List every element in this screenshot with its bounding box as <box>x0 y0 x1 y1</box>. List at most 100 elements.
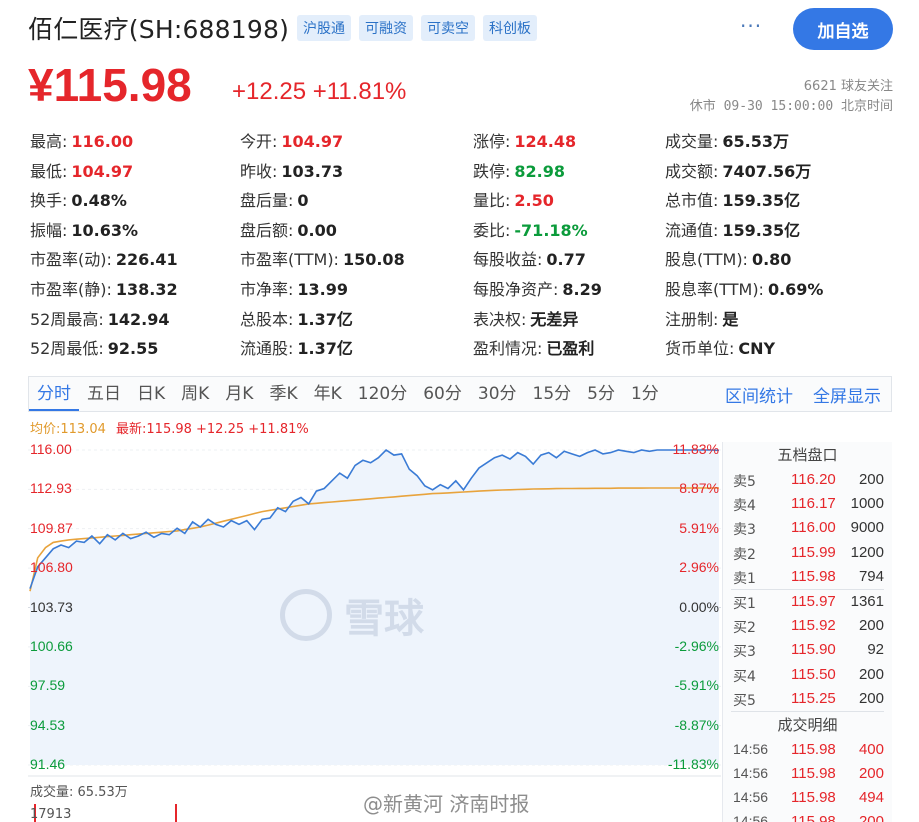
tag-hk-connect[interactable]: 沪股通 <box>297 15 352 41</box>
stat-value: 116.00 <box>71 132 134 151</box>
tag-margin[interactable]: 可融资 <box>359 15 414 41</box>
tab-intraday[interactable]: 分时 <box>29 377 79 411</box>
book-volume: 200 <box>858 617 884 635</box>
stat-item: 振幅: 10.63% <box>30 217 138 241</box>
book-price: 115.90 <box>791 641 836 659</box>
stat-label: 涨停: <box>473 132 511 151</box>
stat-item: 总市值: 159.35亿 <box>665 187 800 211</box>
stat-item: 每股净资产: 8.29 <box>473 276 602 300</box>
stat-label: 市盈率(动): <box>30 250 112 270</box>
tag-short-sell[interactable]: 可卖空 <box>421 15 476 41</box>
book-label: 卖4 <box>733 498 756 515</box>
stat-value: 82.98 <box>514 161 566 181</box>
volume-label: 成交量: 65.53万 <box>30 785 128 800</box>
tab-60min[interactable]: 60分 <box>415 377 470 411</box>
xueqiu-logo-icon <box>280 589 332 641</box>
more-options-icon[interactable]: ··· <box>740 14 762 38</box>
stat-label: 流通值: <box>665 220 719 240</box>
stat-value: 无差异 <box>530 309 579 329</box>
stat-label: 总股本: <box>240 309 294 329</box>
stat-item: 股息(TTM): 0.80 <box>665 246 791 270</box>
avg-price-label: 均价:113.04 <box>30 422 106 437</box>
book-volume: 200 <box>858 765 884 783</box>
stat-value: 104.97 <box>71 161 134 181</box>
stat-label: 市盈率(TTM): <box>240 250 339 270</box>
intraday-chart[interactable]: 雪球 成交量: 65.53万 17913 @新黄河 济南时报 116.00 112… <box>28 438 721 822</box>
stat-item: 市盈率(动): 226.41 <box>30 246 178 270</box>
ask-row[interactable]: 卖4 116.17 1000 <box>723 492 892 516</box>
stat-item: 换手: 0.48% <box>30 187 127 211</box>
ask-row[interactable]: 卖2 115.99 1200 <box>723 541 892 565</box>
stat-label: 换手: <box>30 191 68 211</box>
trade-row[interactable]: 14:56 115.98 400 <box>723 738 892 762</box>
tab-5day[interactable]: 五日 <box>79 377 129 411</box>
trade-row[interactable]: 14:56 115.98 494 <box>723 786 892 810</box>
trade-row[interactable]: 14:56 115.98 200 <box>723 762 892 786</box>
stat-value: 0 <box>297 191 309 211</box>
book-volume: 200 <box>858 813 884 822</box>
tab-weekly-k[interactable]: 周K <box>173 377 217 411</box>
tab-monthly-k[interactable]: 月K <box>217 377 261 411</box>
tab-120min[interactable]: 120分 <box>350 377 415 411</box>
bid-row[interactable]: 买4 115.50 200 <box>723 663 892 687</box>
stat-label: 盘后额: <box>240 220 294 240</box>
tab-quarterly-k[interactable]: 季K <box>261 377 305 411</box>
tab-daily-k[interactable]: 日K <box>129 377 173 411</box>
book-price: 115.25 <box>791 689 836 707</box>
y-tick-right: 2.96% <box>679 559 719 576</box>
stat-label: 昨收: <box>240 161 278 181</box>
tab-30min[interactable]: 30分 <box>470 377 525 411</box>
book-label: 买3 <box>733 644 756 661</box>
stat-label: 最高: <box>30 132 68 151</box>
trade-row[interactable]: 14:56 115.98 200 <box>723 810 892 822</box>
book-label: 卖1 <box>733 570 756 587</box>
fullscreen-link[interactable]: 全屏显示 <box>803 382 891 407</box>
bid-row[interactable]: 买3 115.90 92 <box>723 638 892 662</box>
y-tick-right: -2.96% <box>674 637 719 654</box>
stat-value: 是 <box>722 309 739 329</box>
stat-label: 委比: <box>473 220 511 240</box>
bid-row[interactable]: 买2 115.92 200 <box>723 614 892 638</box>
xueqiu-watermark: 雪球 <box>280 586 424 644</box>
volume-max: 17913 <box>30 807 72 822</box>
book-volume: 400 <box>858 740 884 758</box>
book-volume: 494 <box>858 789 884 807</box>
stat-item: 注册制: 是 <box>665 306 738 330</box>
add-watchlist-button[interactable]: 加自选 <box>793 8 893 50</box>
order-book: 五档盘口 卖5 116.20 200 卖4 116.17 1000 卖3 116.00 9000 卖… <box>722 442 892 822</box>
y-tick-right: 8.87% <box>679 480 719 497</box>
stat-item: 52周最高: 142.94 <box>30 306 170 330</box>
stat-label: 今开: <box>240 132 278 151</box>
stat-item: 市盈率(静): 138.32 <box>30 276 178 300</box>
stat-value: 142.94 <box>107 309 170 329</box>
stat-value: 0.48% <box>71 191 127 211</box>
tab-1min[interactable]: 1分 <box>623 377 667 411</box>
y-tick-left: 94.53 <box>30 716 66 733</box>
bid-row[interactable]: 买1 115.97 1361 <box>723 590 892 614</box>
book-volume: 1200 <box>850 543 884 561</box>
stat-item: 成交额: 7407.56万 <box>665 158 811 182</box>
tab-yearly-k[interactable]: 年K <box>306 377 350 411</box>
tag-star-market[interactable]: 科创板 <box>483 15 538 41</box>
book-price: 115.50 <box>791 665 836 683</box>
ask-row[interactable]: 卖3 116.00 9000 <box>723 516 892 540</box>
stat-item: 今开: 104.97 <box>240 128 343 152</box>
bid-row[interactable]: 买5 115.25 200 <box>723 687 892 711</box>
tab-5min[interactable]: 5分 <box>579 377 623 411</box>
stat-item: 市盈率(TTM): 150.08 <box>240 246 405 270</box>
range-stats-link[interactable]: 区间统计 <box>715 382 803 407</box>
volume-bar <box>175 804 177 822</box>
ask-row[interactable]: 卖1 115.98 794 <box>723 565 892 589</box>
book-volume: 1361 <box>850 592 884 610</box>
stat-value: 1.37亿 <box>297 309 353 329</box>
book-volume: 200 <box>858 689 884 707</box>
weibo-watermark: @新黄河 济南时报 <box>363 792 530 816</box>
stat-value: 0.80 <box>751 250 792 270</box>
tab-15min[interactable]: 15分 <box>525 377 580 411</box>
ask-row[interactable]: 卖5 116.20 200 <box>723 468 892 492</box>
stat-value: 159.35亿 <box>722 191 801 211</box>
stat-label: 股息率(TTM): <box>665 280 764 299</box>
book-price: 116.00 <box>791 519 836 537</box>
book-volume: 200 <box>858 665 884 683</box>
book-volume: 9000 <box>850 519 884 537</box>
